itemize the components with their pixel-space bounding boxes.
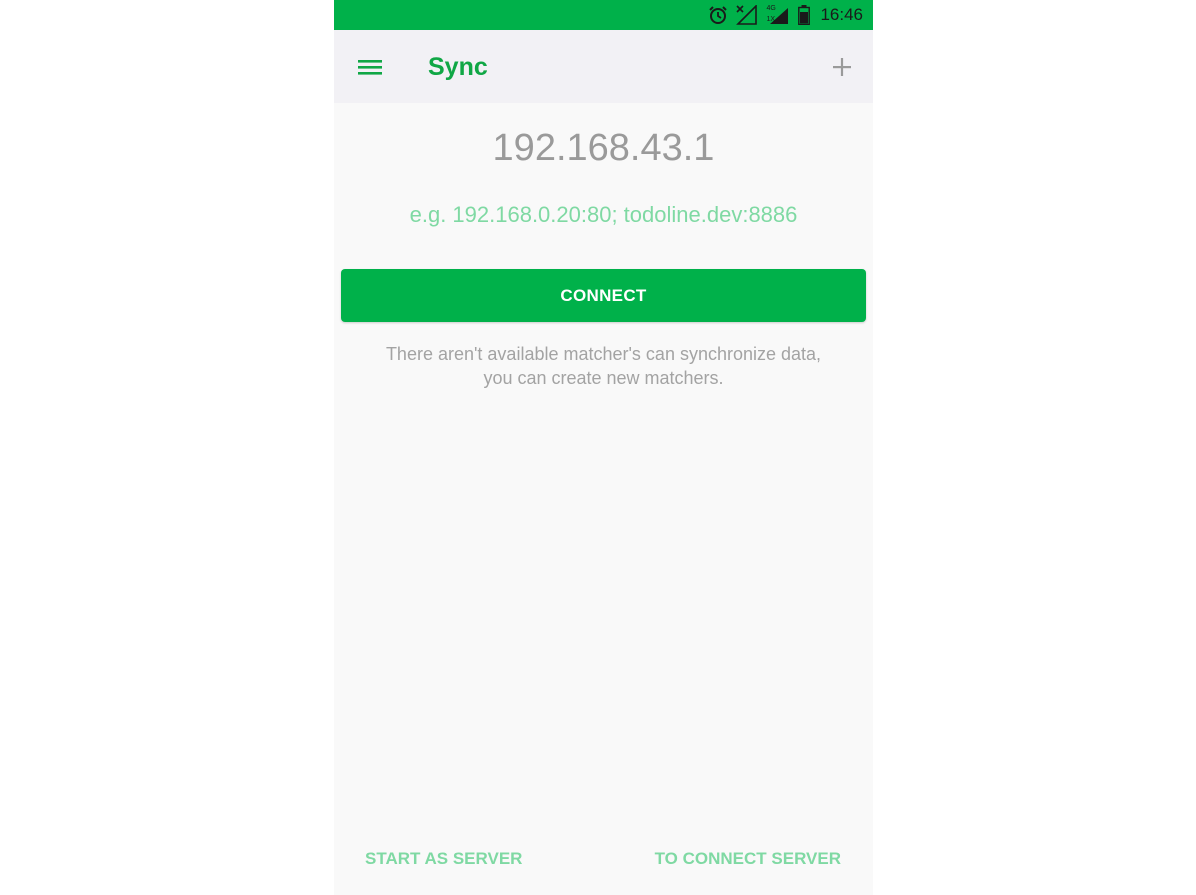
app-bar: Sync [334,30,873,103]
empty-matchers-message: There aren't available matcher's can syn… [334,342,873,390]
address-hint: e.g. 192.168.0.20:80; todoline.dev:8886 [409,202,798,227]
menu-button[interactable] [352,52,388,82]
to-connect-server-button[interactable]: TO CONNECT SERVER [655,847,841,871]
hamburger-menu-icon [358,60,382,75]
plus-icon [833,58,851,76]
page-title: Sync [428,53,488,81]
status-time: 16:46 [820,5,863,24]
no-signal-icon [736,5,758,25]
network-label-top: 4G [766,5,776,12]
connect-button[interactable]: CONNECT [341,269,866,322]
empty-message-line1: There aren't available matcher's can syn… [385,344,822,364]
network-label-bottom: 1X [766,16,776,23]
status-icons: 4G 1X 16:46 [708,0,863,30]
battery-icon [798,5,811,25]
phone-screen: 4G 1X 16:46 Sync 192.168.43.1 e.g. 192.1… [334,0,873,895]
add-button[interactable] [827,52,857,82]
empty-message-line2: you can create new matchers. [483,368,724,388]
alarm-icon [708,5,728,25]
start-as-server-button[interactable]: START AS SERVER [365,847,522,871]
status-bar: 4G 1X 16:46 [334,0,873,30]
4g-signal-icon: 4G 1X [766,5,790,25]
server-address-input[interactable] [354,120,853,176]
